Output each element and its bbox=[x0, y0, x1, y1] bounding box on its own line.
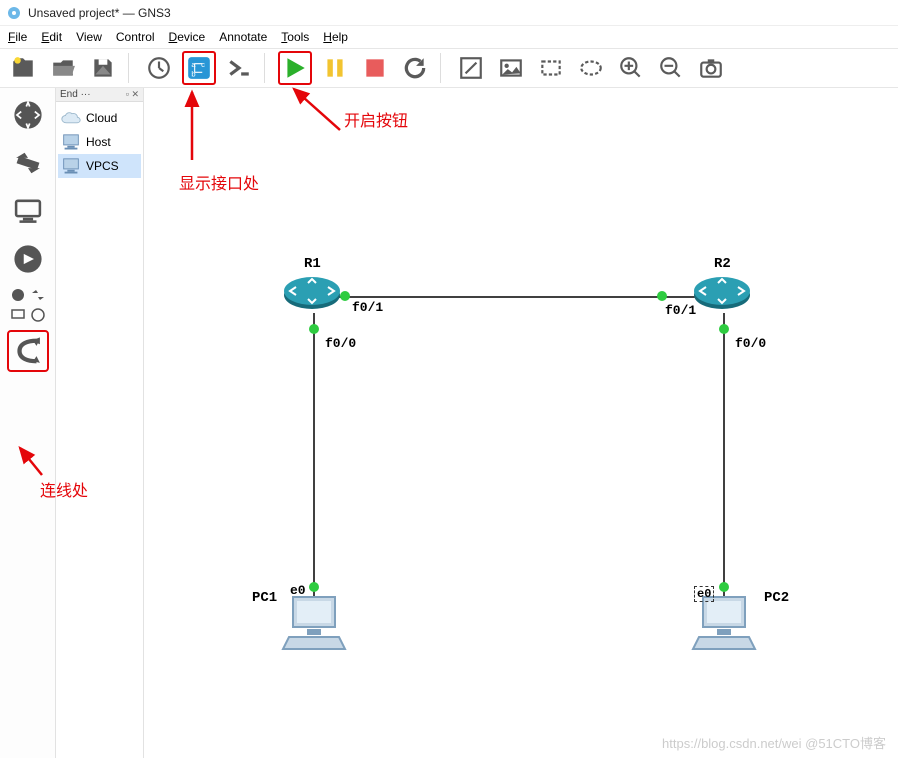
link-dot bbox=[719, 324, 729, 334]
link-dot bbox=[309, 324, 319, 334]
zoom-in-button[interactable] bbox=[614, 51, 648, 85]
label-pc1: PC1 bbox=[252, 590, 277, 606]
node-r2[interactable] bbox=[692, 273, 752, 316]
node-pc2[interactable] bbox=[689, 593, 759, 656]
label-r1: R1 bbox=[304, 256, 321, 272]
iface-r2-f01: f0/1 bbox=[665, 303, 696, 318]
label-r2: R2 bbox=[714, 256, 731, 272]
zoom-out-button[interactable] bbox=[654, 51, 688, 85]
iface-pc2-e0: e0 bbox=[694, 586, 714, 602]
node-pc1[interactable] bbox=[279, 593, 349, 656]
iface-pc1-e0: e0 bbox=[290, 583, 306, 598]
topology-canvas[interactable]: R1 R2 PC1 PC2 f0/1 f0/1 f0/0 f0/0 e0 e0 … bbox=[144, 88, 898, 758]
panel-controls[interactable]: ▫ ✕ bbox=[126, 89, 139, 100]
screenshot-button[interactable] bbox=[694, 51, 728, 85]
node-r1[interactable] bbox=[282, 273, 342, 316]
link-dot bbox=[719, 582, 729, 592]
link-dot bbox=[309, 582, 319, 592]
link-dot bbox=[657, 291, 667, 301]
iface-r1-f00: f0/0 bbox=[325, 336, 356, 351]
draw-ellipse-button[interactable] bbox=[574, 51, 608, 85]
iface-r1-f01: f0/1 bbox=[352, 300, 383, 315]
label-pc2: PC2 bbox=[764, 590, 789, 606]
iface-r2-f00: f0/0 bbox=[735, 336, 766, 351]
watermark: https://blog.csdn.net/wei @51CTO博客 bbox=[662, 733, 886, 752]
